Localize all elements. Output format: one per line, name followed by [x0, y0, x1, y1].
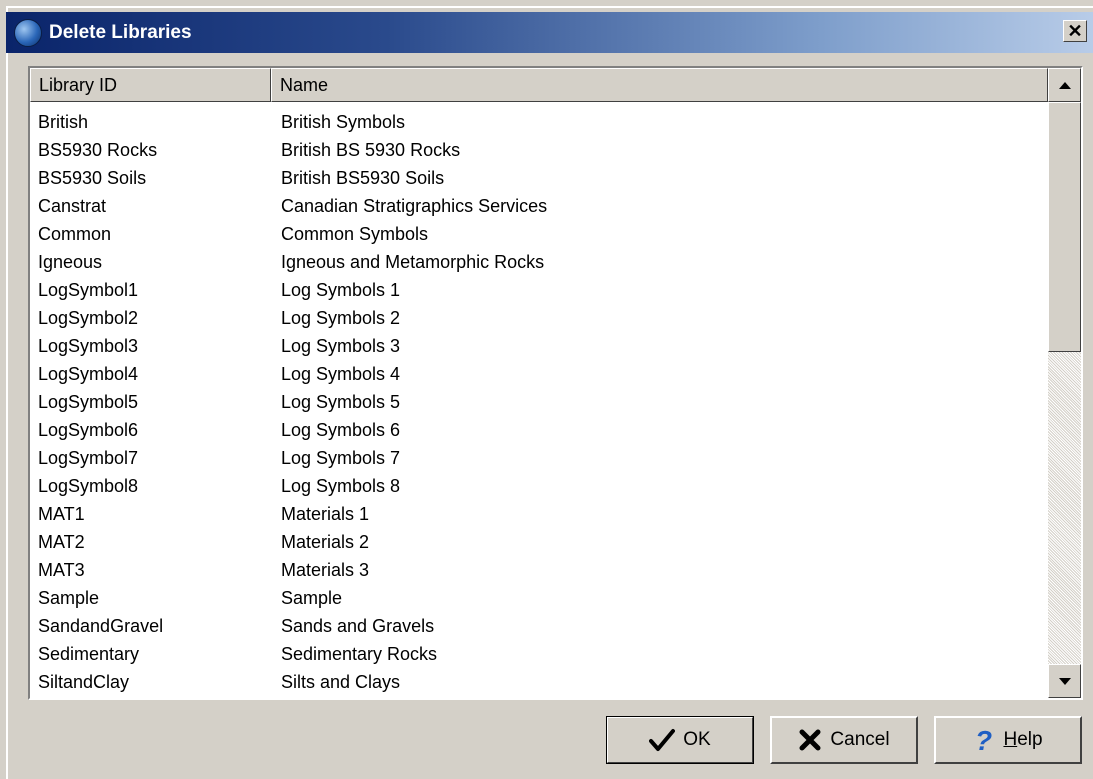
list-row[interactable]: MAT1 Materials 1 — [30, 500, 1048, 528]
scroll-up-button[interactable] — [1048, 68, 1081, 102]
list-row[interactable]: SandandGravel Sands and Gravels — [30, 612, 1048, 640]
library-id-cell: BS5930 Rocks — [38, 139, 158, 160]
library-name-cell: Log Symbols 4 — [281, 363, 401, 384]
library-id-cell: LogSymbol8 — [38, 475, 139, 496]
list-row[interactable]: Sample Sample — [30, 584, 1048, 612]
library-id-cell: SiltandClay — [38, 671, 130, 692]
library-id-cell: LogSymbol5 — [38, 391, 139, 412]
library-name-cell: Log Symbols 1 — [281, 279, 401, 300]
list-row[interactable]: LogSymbol8 Log Symbols 8 — [30, 472, 1048, 500]
list-row[interactable]: British British Symbols — [30, 108, 1048, 136]
library-name-cell: Materials 3 — [281, 559, 370, 580]
list-row[interactable]: LogSymbol2 Log Symbols 2 — [30, 304, 1048, 332]
library-name-cell: Materials 2 — [281, 531, 370, 552]
ok-button[interactable]: OK — [606, 716, 754, 764]
checkmark-icon — [649, 728, 676, 752]
list-row[interactable]: LogSymbol3 Log Symbols 3 — [30, 332, 1048, 360]
library-id-cell: SandandGravel — [38, 615, 164, 636]
list-row[interactable]: Sedimentary Sedimentary Rocks — [30, 640, 1048, 668]
help-label-rest: elp — [1017, 729, 1043, 750]
library-name-cell: Sands and Gravels — [281, 615, 435, 636]
list-row[interactable]: SiltandClay Silts and Clays — [30, 668, 1048, 696]
library-id-cell: LogSymbol3 — [38, 335, 139, 356]
list-row[interactable]: Igneous Igneous and Metamorphic Rocks — [30, 248, 1048, 276]
column-header-library-id[interactable]: Library ID — [30, 68, 271, 102]
library-id-cell: MAT3 — [38, 559, 85, 580]
library-id-cell: LogSymbol1 — [38, 279, 139, 300]
library-id-cell: Igneous — [38, 251, 103, 272]
close-button[interactable]: ✕ — [1063, 20, 1087, 42]
list-row[interactable]: LogSymbol6 Log Symbols 6 — [30, 416, 1048, 444]
library-id-cell: British — [38, 111, 89, 132]
scroll-thumb[interactable] — [1048, 102, 1081, 352]
library-id-cell: MAT1 — [38, 503, 85, 524]
library-name-cell: Common Symbols — [281, 223, 429, 244]
help-label: Help — [1003, 729, 1042, 751]
library-id-cell: BS5930 Soils — [38, 167, 147, 188]
list-row[interactable]: LogSymbol5 Log Symbols 5 — [30, 388, 1048, 416]
list-row[interactable]: BS5930 Soils British BS5930 Soils — [30, 164, 1048, 192]
cancel-button[interactable]: Cancel — [770, 716, 918, 764]
list-row[interactable]: MAT3 Materials 3 — [30, 556, 1048, 584]
library-id-cell: Canstrat — [38, 195, 107, 216]
list-row[interactable]: BS5930 Rocks British BS 5930 Rocks — [30, 136, 1048, 164]
library-id-cell: LogSymbol6 — [38, 419, 139, 440]
question-mark-icon: ? — [973, 726, 995, 754]
library-id-cell: Sedimentary — [38, 643, 140, 664]
ok-label: OK — [683, 729, 711, 750]
library-name-cell: Igneous and Metamorphic Rocks — [281, 251, 545, 272]
window-title: Delete Libraries — [49, 21, 192, 43]
library-id-cell: LogSymbol7 — [38, 447, 139, 468]
vertical-scrollbar[interactable] — [1048, 68, 1081, 698]
library-name-cell: Sedimentary Rocks — [281, 643, 438, 664]
list-header: Library ID Name — [30, 68, 1048, 102]
title-bar[interactable]: Delete Libraries ✕ — [6, 12, 1093, 53]
list-row[interactable]: LogSymbol7 Log Symbols 7 — [30, 444, 1048, 472]
library-name-cell: Log Symbols 3 — [281, 335, 401, 356]
library-name-cell: British BS5930 Soils — [281, 167, 445, 188]
library-name-cell: Log Symbols 2 — [281, 307, 401, 328]
library-name-cell: Materials 1 — [281, 503, 370, 524]
library-id-cell: MAT2 — [38, 531, 85, 552]
list-row[interactable]: LogSymbol4 Log Symbols 4 — [30, 360, 1048, 388]
library-name-cell: Log Symbols 5 — [281, 391, 401, 412]
library-name-cell: Log Symbols 6 — [281, 419, 401, 440]
library-id-cell: LogSymbol2 — [38, 307, 139, 328]
list-row[interactable]: MAT2 Materials 2 — [30, 528, 1048, 556]
library-id-cell: Sample — [38, 587, 100, 608]
library-name-cell: Sample — [281, 587, 343, 608]
library-name-cell: British BS 5930 Rocks — [281, 139, 461, 160]
library-list[interactable]: Library ID Name British British Symbols BS… — [28, 66, 1083, 700]
library-id-cell: LogSymbol4 — [38, 363, 139, 384]
app-globe-icon — [14, 18, 42, 47]
library-name-cell: British Symbols — [281, 111, 406, 132]
arrow-down-icon — [1058, 677, 1071, 685]
list-row[interactable]: LogSymbol1 Log Symbols 1 — [30, 276, 1048, 304]
library-name-cell: Canadian Stratigraphics Services — [281, 195, 548, 216]
help-label-accelerator: H — [1003, 729, 1018, 750]
arrow-up-icon — [1058, 81, 1071, 89]
library-name-cell: Log Symbols 7 — [281, 447, 401, 468]
library-name-cell: Log Symbols 8 — [281, 475, 401, 496]
list-row[interactable]: Common Common Symbols — [30, 220, 1048, 248]
library-name-cell: Silts and Clays — [281, 671, 401, 692]
svg-text:?: ? — [975, 726, 992, 754]
help-button[interactable]: ? Help — [934, 716, 1082, 764]
close-icon: ✕ — [1067, 20, 1083, 41]
column-header-name[interactable]: Name — [271, 68, 1048, 102]
library-id-cell: Common — [38, 223, 112, 244]
cancel-label: Cancel — [830, 729, 890, 750]
scroll-down-button[interactable] — [1048, 664, 1081, 698]
x-mark-icon — [798, 728, 822, 752]
list-rows: British British Symbols BS5930 Rocks Britis… — [30, 108, 1048, 696]
list-row[interactable]: Canstrat Canadian Stratigraphics Services — [30, 192, 1048, 220]
